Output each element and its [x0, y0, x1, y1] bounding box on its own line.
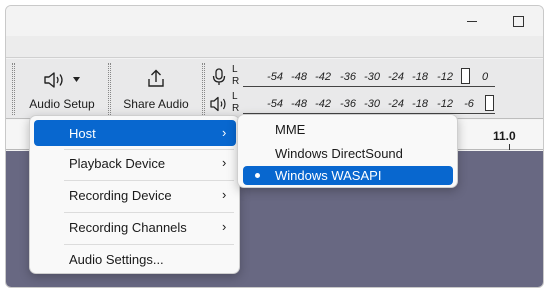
menu-item-recording-channels[interactable]: Recording Channels › — [34, 214, 236, 240]
submenu-item-label: Windows WASAPI — [275, 168, 382, 183]
submenu-item-windows-wasapi[interactable]: Windows WASAPI — [243, 166, 453, 185]
share-audio-button[interactable]: Share Audio — [114, 61, 198, 117]
title-bar — [6, 6, 543, 36]
menu-separator — [64, 244, 234, 245]
speaker-icon — [44, 72, 63, 88]
meter-tick: -12 — [437, 98, 453, 110]
meter-tick: -12 — [437, 71, 453, 83]
meter-tick: -24 — [388, 71, 404, 83]
menu-separator — [64, 212, 234, 213]
toolbar-grip[interactable] — [12, 63, 15, 115]
meter-tick: -54 — [267, 71, 283, 83]
audio-setup-menu: Host › Playback Device › Recording Devic… — [29, 115, 240, 274]
meter-channel-label: R — [232, 76, 240, 87]
meter-tick: -24 — [388, 98, 404, 110]
recording-meter[interactable]: L R -54 -48 -42 -36 -30 -24 -18 -12 0 — [209, 64, 499, 90]
chevron-right-icon: › — [222, 125, 227, 140]
maximize-button[interactable] — [495, 6, 541, 36]
menu-item-label: Recording Channels — [69, 220, 187, 235]
chevron-right-icon: › — [222, 155, 227, 170]
meter-tick: -42 — [315, 98, 331, 110]
meter-tick: -18 — [412, 71, 428, 83]
menu-item-host[interactable]: Host › — [34, 120, 236, 146]
meter-channel-label: L — [232, 91, 238, 102]
timeline-time-label: 11.0 — [493, 129, 516, 143]
submenu-item-windows-directsound[interactable]: Windows DirectSound — [243, 144, 453, 163]
chevron-right-icon: › — [222, 219, 227, 234]
meter-channel-label: L — [232, 64, 238, 75]
meter-clip-indicator[interactable] — [485, 95, 494, 111]
minimize-button[interactable] — [449, 6, 495, 36]
timeline-tick — [509, 144, 510, 150]
submenu-item-mme[interactable]: MME — [243, 120, 453, 139]
menu-item-label: Recording Device — [69, 188, 172, 203]
meter-tick: -36 — [340, 71, 356, 83]
meter-tick: -54 — [267, 98, 283, 110]
menu-item-label: Playback Device — [69, 156, 166, 171]
meter-scale: -54 -48 -42 -36 -30 -24 -18 -12 0 — [243, 67, 495, 87]
meter-tick: -18 — [412, 98, 428, 110]
submenu-item-label: Windows DirectSound — [275, 146, 403, 161]
menu-bar — [6, 36, 543, 58]
audio-setup-button[interactable]: Audio Setup — [19, 61, 105, 117]
meter-tick: -48 — [291, 98, 307, 110]
dropdown-caret-icon — [73, 77, 80, 82]
host-submenu: MME Windows DirectSound Windows WASAPI — [237, 114, 458, 188]
menu-item-playback-device[interactable]: Playback Device › — [34, 150, 236, 176]
meter-channel-label: R — [232, 103, 240, 114]
meter-clip-indicator[interactable] — [461, 68, 470, 84]
menu-item-recording-device[interactable]: Recording Device › — [34, 182, 236, 208]
meter-tick: -30 — [364, 71, 380, 83]
meter-tick: -42 — [315, 71, 331, 83]
meter-tick: -6 — [464, 98, 474, 110]
menu-separator — [64, 180, 234, 181]
chevron-right-icon: › — [222, 187, 227, 202]
meter-tick: -30 — [364, 98, 380, 110]
submenu-item-label: MME — [275, 122, 306, 137]
microphone-icon — [212, 68, 226, 85]
meter-scale: -54 -48 -42 -36 -30 -24 -18 -12 -6 — [243, 94, 495, 114]
menu-item-label: Host — [69, 126, 96, 141]
speaker-icon — [210, 96, 226, 112]
share-icon — [148, 69, 164, 87]
menu-item-label: Audio Settings... — [69, 252, 164, 267]
toolbar-grip[interactable] — [202, 63, 205, 115]
menu-item-audio-settings[interactable]: Audio Settings... — [34, 246, 236, 272]
meter-tick: 0 — [481, 71, 489, 83]
radio-bullet-icon — [255, 173, 260, 178]
toolbar: Audio Setup Share Audio L R -54 -48 -42 — [6, 59, 543, 119]
share-audio-label: Share Audio — [123, 97, 189, 111]
toolbar-grip[interactable] — [108, 63, 111, 115]
audio-setup-label: Audio Setup — [29, 97, 95, 111]
meter-tick: -36 — [340, 98, 356, 110]
meter-tick: -48 — [291, 71, 307, 83]
